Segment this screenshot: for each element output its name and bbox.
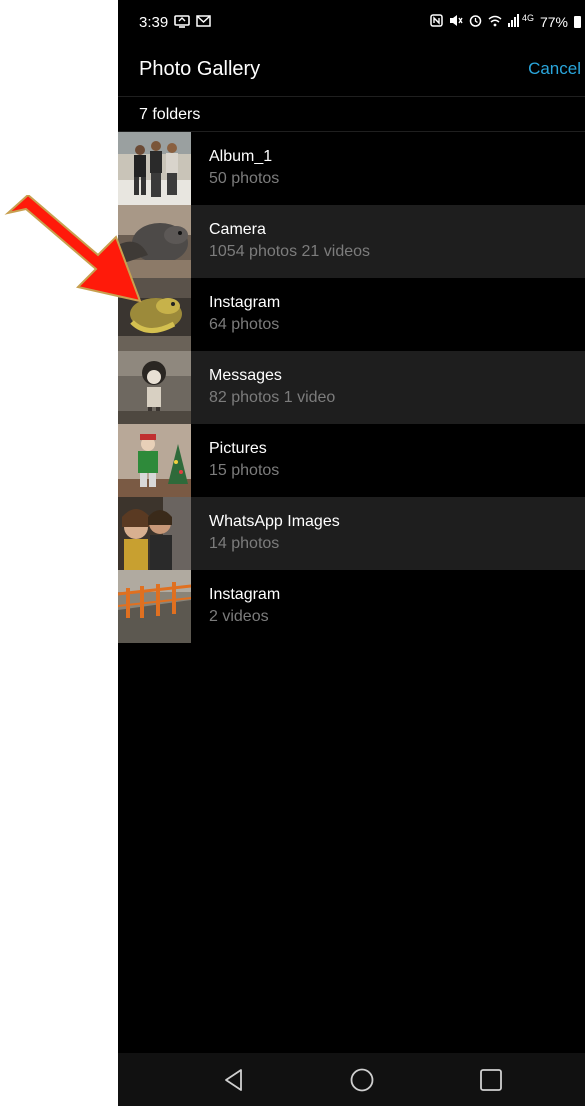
folder-item[interactable]: WhatsApp Images 14 photos	[118, 497, 585, 570]
status-right: 4G 77%	[430, 13, 581, 30]
folder-count-label: 2 videos	[209, 608, 269, 625]
folder-count-label: 14 photos	[209, 535, 280, 552]
navigation-bar	[118, 1053, 585, 1106]
folder-name: WhatsApp Images	[209, 513, 340, 530]
folder-count-label: 50 photos	[209, 170, 280, 187]
folder-name: Instagram	[209, 294, 281, 311]
folder-count-label: 1054 photos 21 videos	[209, 243, 371, 260]
folder-thumbnail	[118, 570, 191, 643]
folder-count-label: 15 photos	[209, 462, 280, 479]
back-icon[interactable]	[221, 1067, 247, 1093]
page-title: Photo Gallery	[139, 58, 261, 80]
folder-name: Album_1	[209, 148, 273, 165]
phone-screen: 3:39 4G 77% Photo Gallery Cancel 7 folde…	[118, 0, 585, 1106]
status-time: 3:39	[139, 14, 169, 31]
folder-item[interactable]: Instagram 2 videos	[118, 570, 585, 643]
folder-count: 7 folders	[139, 106, 201, 123]
folder-item[interactable]: Camera 1054 photos 21 videos	[118, 205, 585, 278]
battery-percent: 77%	[539, 14, 568, 30]
folder-item[interactable]: Pictures 15 photos	[118, 424, 585, 497]
folder-name: Instagram	[209, 586, 281, 603]
status-bar: 3:39 4G 77%	[118, 0, 585, 44]
annotation-arrow-icon	[0, 193, 160, 315]
recents-icon[interactable]	[478, 1067, 504, 1093]
header: Photo Gallery Cancel	[118, 44, 585, 97]
network-type: 4G	[521, 13, 534, 23]
folder-name: Messages	[209, 367, 282, 384]
folder-name: Camera	[209, 221, 266, 238]
screen-share-icon	[174, 14, 191, 31]
alarm-icon	[469, 14, 482, 30]
folder-name: Pictures	[209, 440, 267, 457]
folder-count-label: 64 photos	[209, 316, 280, 333]
gmail-icon	[196, 15, 211, 30]
folder-item[interactable]: Album_1 50 photos	[118, 132, 585, 205]
nfc-icon	[430, 14, 443, 30]
signal-icon	[507, 14, 520, 30]
status-left: 3:39	[139, 14, 211, 31]
folder-item[interactable]: Instagram 64 photos	[118, 278, 585, 351]
cancel-button[interactable]: Cancel	[528, 59, 581, 79]
battery-icon	[574, 16, 581, 28]
wifi-icon	[488, 14, 502, 30]
folder-thumbnail	[118, 497, 191, 570]
folder-thumbnail	[118, 351, 191, 424]
folder-thumbnail	[118, 424, 191, 497]
folder-item[interactable]: Messages 82 photos 1 video	[118, 351, 585, 424]
folder-list: Album_1 50 photos Camera 1054 photos 21 …	[118, 132, 585, 643]
folder-count-bar: 7 folders	[118, 97, 585, 132]
mute-icon	[449, 14, 463, 30]
folder-count-label: 82 photos 1 video	[209, 389, 336, 406]
home-icon[interactable]	[349, 1067, 375, 1093]
